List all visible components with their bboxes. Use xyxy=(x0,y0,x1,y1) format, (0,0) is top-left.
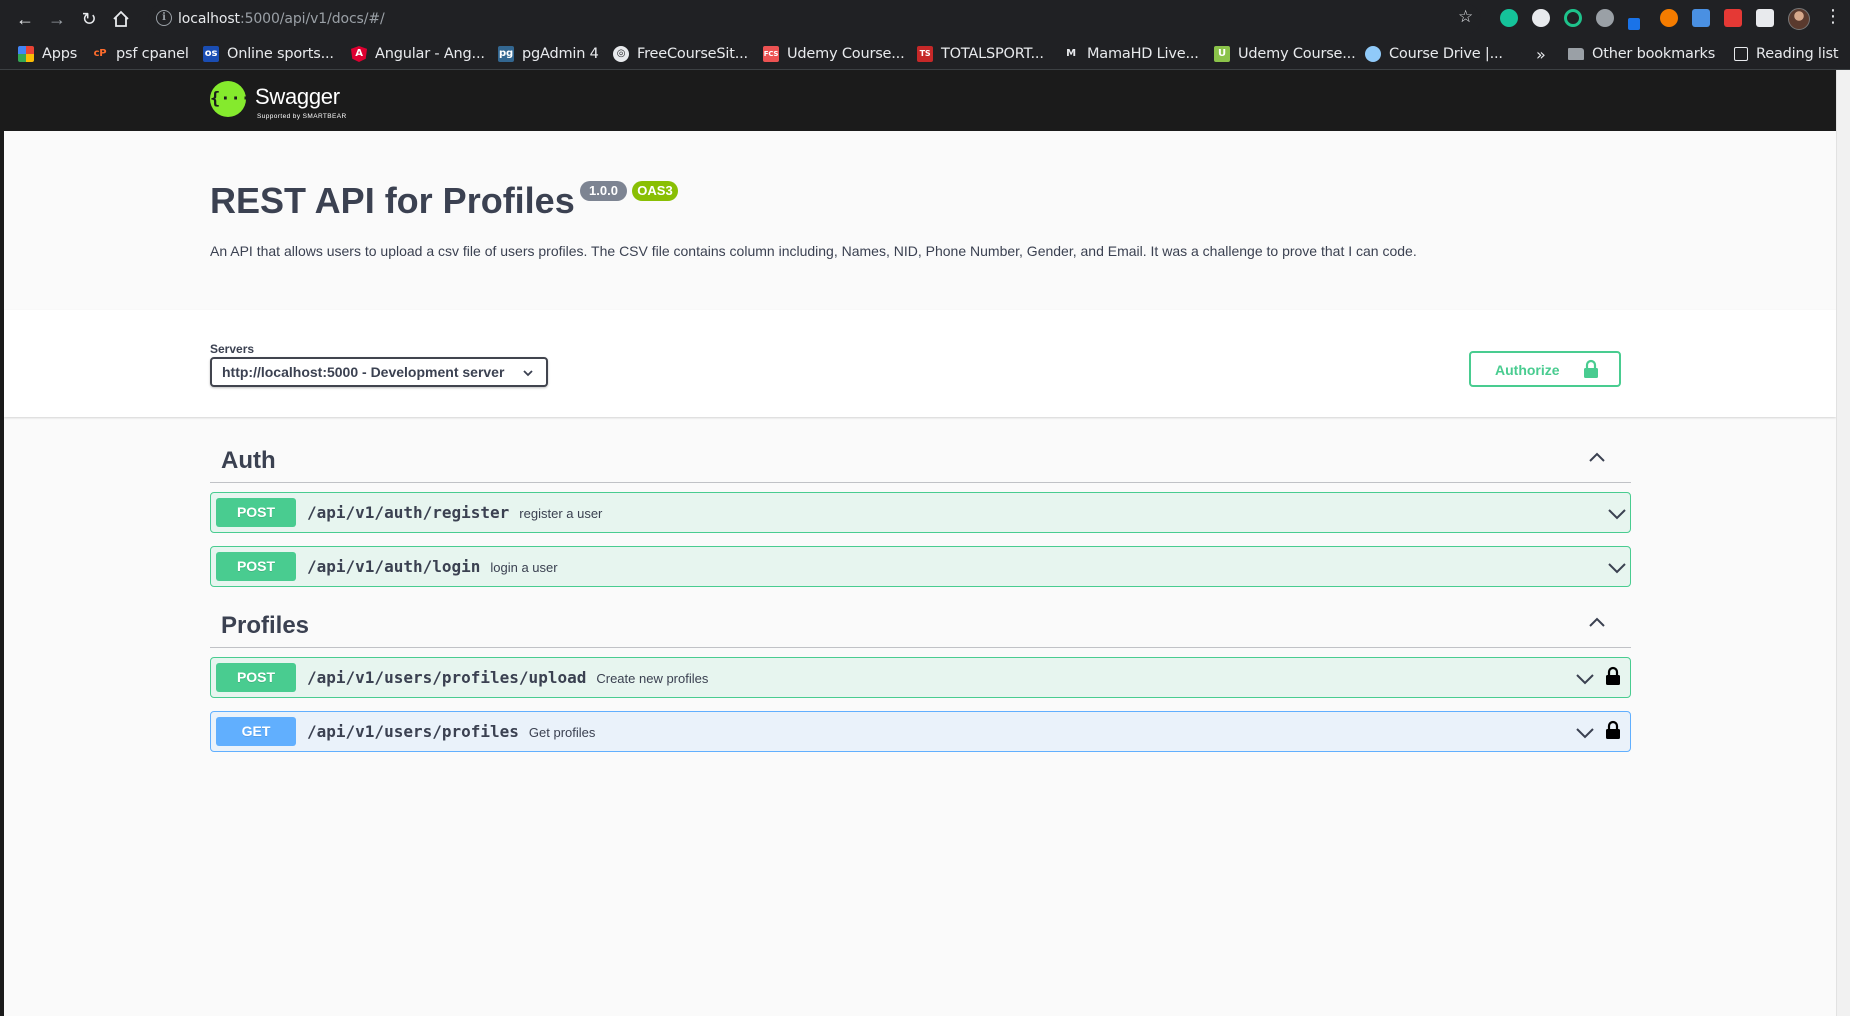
servers-select[interactable]: http://localhost:5000 - Development serv… xyxy=(210,357,548,387)
bookmark-totalsport[interactable]: TS TOTALSPORT... xyxy=(917,43,1044,65)
lock-icon[interactable] xyxy=(1605,666,1625,690)
angular-icon: A xyxy=(351,46,367,62)
home-icon[interactable] xyxy=(109,7,133,31)
method-badge: POST xyxy=(216,552,296,581)
video-extension-icon[interactable] xyxy=(1724,9,1742,27)
lock-icon[interactable] xyxy=(1605,720,1625,744)
chevron-up-icon[interactable] xyxy=(1587,447,1607,467)
bookmark-pgadmin[interactable]: pg pgAdmin 4 xyxy=(498,43,599,65)
lock-icon xyxy=(1583,359,1599,382)
bookmark-mamahd[interactable]: M MamaHD Live... xyxy=(1063,43,1199,65)
profile-avatar[interactable] xyxy=(1788,8,1810,30)
grammarly-extension-icon[interactable] xyxy=(1500,9,1518,27)
sports-icon: os xyxy=(203,46,219,62)
swagger-logo-subtitle: Supported by SMARTBEAR xyxy=(257,113,347,120)
reading-list[interactable]: Reading list xyxy=(1734,43,1839,65)
pgadmin-icon: pg xyxy=(498,46,514,62)
swagger-logo-text[interactable]: Swagger xyxy=(255,84,340,110)
version-badge: 1.0.0 xyxy=(580,181,627,201)
operation-path: /api/v1/auth/register register a user xyxy=(307,503,603,522)
api-title: REST API for Profiles xyxy=(210,180,575,221)
operation-path: /api/v1/users/profiles/upload Create new … xyxy=(307,668,709,687)
pen-extension-icon[interactable] xyxy=(1628,18,1640,30)
site-info-icon[interactable]: i xyxy=(156,10,172,26)
folder-icon xyxy=(1568,48,1584,60)
udemy-u-icon: U xyxy=(1214,46,1230,62)
reading-list-icon xyxy=(1734,47,1748,61)
coursedrive-icon xyxy=(1365,46,1381,62)
extension-icon[interactable] xyxy=(1532,9,1550,27)
bookmark-apps[interactable]: Apps xyxy=(18,43,77,65)
bookmarks-bar: Apps cP psf cpanel os Online sports... A An… xyxy=(0,38,1850,70)
firefox-like-extension-icon[interactable] xyxy=(1660,9,1678,27)
bookmark-angular[interactable]: A Angular - Ang... xyxy=(351,43,485,65)
back-icon[interactable]: ← xyxy=(13,7,37,31)
menu-dots-icon[interactable]: ⋮ xyxy=(1824,6,1842,27)
other-bookmarks[interactable]: Other bookmarks xyxy=(1568,43,1715,65)
scrollbar[interactable] xyxy=(1836,70,1850,1016)
operation-post-profiles-upload[interactable]: POST /api/v1/users/profiles/upload Create… xyxy=(210,657,1631,698)
chevron-down-icon xyxy=(522,363,534,382)
bookmark-online-sports[interactable]: os Online sports... xyxy=(203,43,334,65)
operation-summary: register a user xyxy=(519,506,603,521)
method-badge: POST xyxy=(216,663,296,692)
operation-get-profiles[interactable]: GET /api/v1/users/profiles Get profiles xyxy=(210,711,1631,752)
target-extension-icon[interactable] xyxy=(1564,9,1582,27)
forward-icon[interactable]: → xyxy=(45,7,69,31)
bookmark-udemy-1[interactable]: FCS Udemy Course... xyxy=(763,43,905,65)
chevron-down-icon[interactable] xyxy=(1607,504,1627,524)
bookmark-freecoursesite[interactable]: ◎ FreeCourseSit... xyxy=(613,43,748,65)
chevron-down-icon[interactable] xyxy=(1575,723,1595,743)
bookmarks-overflow-button[interactable]: » xyxy=(1536,43,1546,65)
servers-label: Servers xyxy=(210,342,255,356)
operation-path: /api/v1/users/profiles Get profiles xyxy=(307,722,596,741)
address-bar[interactable]: i localhost:5000/api/v1/docs/#/ xyxy=(148,4,1481,34)
bookmark-psf-cpanel[interactable]: cP psf cpanel xyxy=(92,43,189,65)
swagger-logo-icon[interactable]: {···} xyxy=(210,81,261,117)
puzzle-extensions-icon[interactable] xyxy=(1756,9,1774,27)
operation-summary: login a user xyxy=(490,560,558,575)
chevron-down-icon[interactable] xyxy=(1575,669,1595,689)
browser-toolbar: ← → ↻ i localhost:5000/api/v1/docs/#/ ☆ … xyxy=(0,0,1850,38)
bookmark-course-drive[interactable]: Course Drive |... xyxy=(1365,43,1503,65)
url-text[interactable]: localhost:5000/api/v1/docs/#/ xyxy=(178,11,385,27)
udemy-icon: FCS xyxy=(763,46,779,62)
mamahd-icon: M xyxy=(1066,48,1076,59)
swagger-topbar: {···} Swagger Supported by SMARTBEAR xyxy=(4,70,1836,131)
reload-icon[interactable]: ↻ xyxy=(77,7,101,31)
chevron-up-icon[interactable] xyxy=(1587,612,1607,632)
operation-post-auth-login[interactable]: POST /api/v1/auth/login login a user xyxy=(210,546,1631,587)
method-badge: POST xyxy=(216,498,296,527)
operation-post-auth-register[interactable]: POST /api/v1/auth/register register a use… xyxy=(210,492,1631,533)
ghost-extension-icon[interactable] xyxy=(1596,9,1614,27)
totalsport-icon: TS xyxy=(917,46,933,62)
apps-grid-icon xyxy=(18,46,34,62)
tag-header-profiles[interactable]: Profiles xyxy=(210,598,1631,648)
authorize-button[interactable]: Authorize xyxy=(1469,351,1621,387)
cpanel-icon: cP xyxy=(93,48,107,59)
globe-icon: ◎ xyxy=(613,46,629,62)
operation-summary: Create new profiles xyxy=(596,671,709,686)
api-description: An API that allows users to upload a csv… xyxy=(210,243,1417,259)
operation-summary: Get profiles xyxy=(528,725,596,740)
operation-path: /api/v1/auth/login login a user xyxy=(307,557,558,576)
tag-header-auth[interactable]: Auth xyxy=(210,433,1631,483)
method-badge: GET xyxy=(216,717,296,746)
plane-extension-icon[interactable] xyxy=(1692,9,1710,27)
oas-badge: OAS3 xyxy=(632,181,678,201)
bookmark-udemy-2[interactable]: U Udemy Course... xyxy=(1214,43,1356,65)
bookmark-star-icon[interactable]: ☆ xyxy=(1458,7,1473,27)
chevron-down-icon[interactable] xyxy=(1607,558,1627,578)
